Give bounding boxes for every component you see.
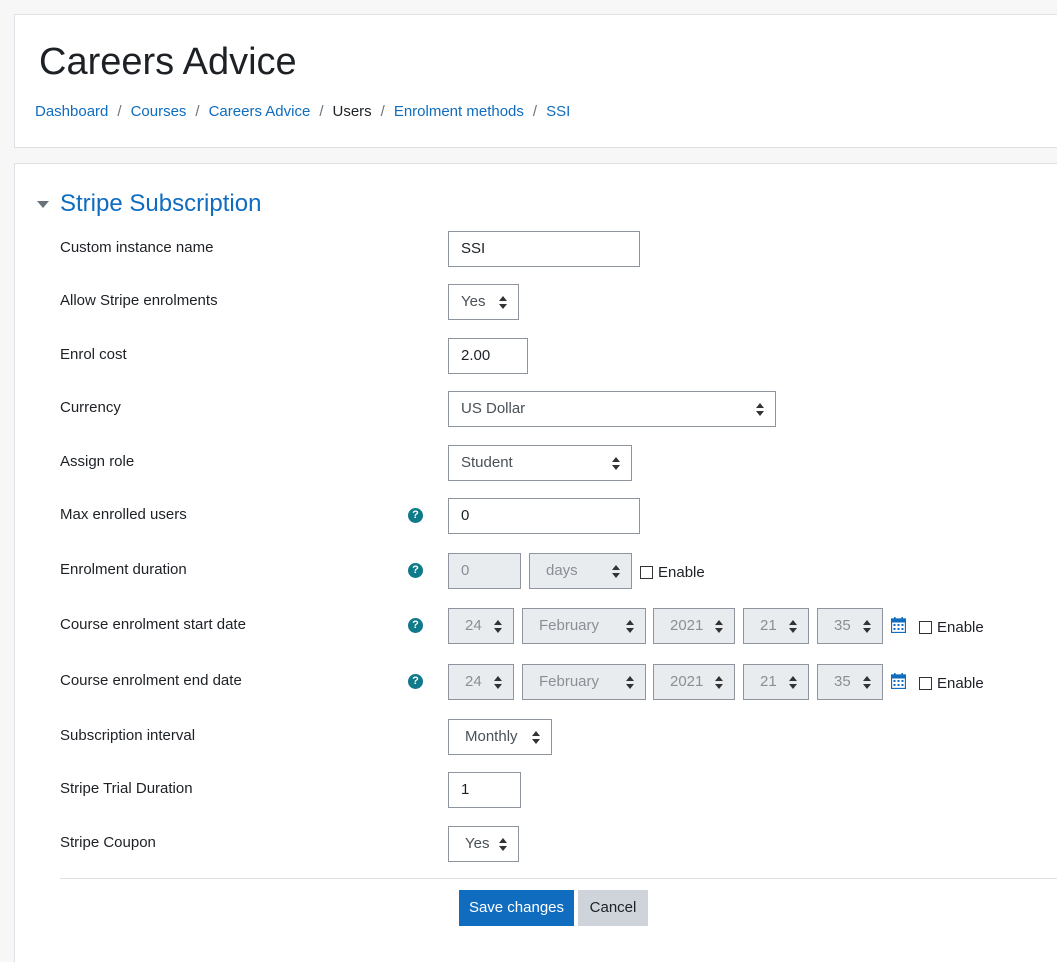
allow-enrol-select[interactable]: Yes [448, 284, 519, 320]
save-changes-button[interactable]: Save changes [459, 890, 574, 926]
coupon-label: Stripe Coupon [60, 834, 156, 851]
checkbox-icon [640, 566, 653, 579]
row-coupon: Stripe Coupon Yes [60, 826, 1050, 862]
breadcrumb-separator: / [380, 103, 385, 120]
page-title: Careers Advice [39, 41, 297, 83]
help-icon[interactable]: ? [408, 563, 423, 578]
enrol-cost-input[interactable]: 2.00 [448, 338, 528, 374]
coupon-select[interactable]: Yes [448, 826, 519, 862]
max-users-label: Max enrolled users [60, 506, 187, 523]
start-year-select[interactable]: 2021 [653, 608, 735, 644]
sub-interval-label: Subscription interval [60, 727, 196, 744]
start-day-select[interactable]: 24 [448, 608, 514, 644]
divider [60, 878, 1057, 879]
assign-role-label: Assign role [60, 453, 135, 470]
breadcrumb-separator: / [195, 103, 200, 120]
breadcrumb-separator: / [117, 103, 122, 120]
row-start-date: Course enrolment start date ? 24 Februar… [60, 608, 1050, 644]
start-date-enable-label: Enable [937, 619, 984, 636]
sub-interval-select[interactable]: Monthly [448, 719, 552, 755]
row-enrol-duration: Enrolment duration ? 0 days Enable [60, 553, 1050, 589]
end-date-enable-checkbox[interactable]: Enable [919, 675, 984, 692]
help-icon[interactable]: ? [408, 674, 423, 689]
duration-label: Enrolment duration [60, 561, 187, 578]
breadcrumb-courses[interactable]: Courses [131, 103, 187, 120]
enrolment-form: Stripe Subscription Custom instance name… [14, 163, 1057, 962]
end-year-select[interactable]: 2021 [653, 664, 735, 700]
instance-name-input[interactable]: SSI [448, 231, 640, 267]
row-assign-role: Assign role Student [60, 445, 1050, 481]
breadcrumb-ssi[interactable]: SSI [546, 103, 570, 120]
breadcrumb-course[interactable]: Careers Advice [209, 103, 311, 120]
trial-duration-label: Stripe Trial Duration [60, 780, 193, 797]
row-trial-duration: Stripe Trial Duration 1 [60, 772, 1050, 808]
page-header: Careers Advice Dashboard / Courses / Car… [14, 14, 1057, 148]
row-allow-enrol: Allow Stripe enrolments Yes [60, 284, 1050, 320]
breadcrumb-dashboard[interactable]: Dashboard [35, 103, 108, 120]
checkbox-icon [919, 677, 932, 690]
section-title: Stripe Subscription [60, 190, 262, 217]
enrol-cost-label: Enrol cost [60, 346, 127, 363]
calendar-icon[interactable] [891, 617, 906, 633]
allow-enrol-label: Allow Stripe enrolments [60, 292, 218, 309]
end-month-select[interactable]: February [522, 664, 646, 700]
breadcrumb-enrolment-methods[interactable]: Enrolment methods [394, 103, 524, 120]
duration-input[interactable]: 0 [448, 553, 521, 589]
row-max-users: Max enrolled users ? 0 [60, 498, 1050, 534]
row-instance-name: Custom instance name SSI [60, 231, 1050, 267]
end-hour-select[interactable]: 21 [743, 664, 809, 700]
end-date-label: Course enrolment end date [60, 672, 242, 689]
caret-down-icon [37, 200, 49, 208]
instance-name-label: Custom instance name [60, 239, 214, 256]
row-end-date: Course enrolment end date ? 24 February … [60, 664, 1050, 700]
end-day-select[interactable]: 24 [448, 664, 514, 700]
start-hour-select[interactable]: 21 [743, 608, 809, 644]
start-month-select[interactable]: February [522, 608, 646, 644]
breadcrumb-users: Users [332, 103, 372, 120]
duration-enable-label: Enable [658, 564, 705, 581]
help-icon[interactable]: ? [408, 618, 423, 633]
section-toggle[interactable]: Stripe Subscription [37, 190, 261, 218]
end-minute-select[interactable]: 35 [817, 664, 883, 700]
end-date-enable-label: Enable [937, 675, 984, 692]
assign-role-select[interactable]: Student [448, 445, 632, 481]
max-users-input[interactable]: 0 [448, 498, 640, 534]
breadcrumb-separator: / [319, 103, 324, 120]
calendar-icon[interactable] [891, 673, 906, 689]
cancel-button[interactable]: Cancel [578, 890, 648, 926]
duration-enable-checkbox[interactable]: Enable [640, 564, 705, 581]
start-date-label: Course enrolment start date [60, 616, 246, 633]
help-icon[interactable]: ? [408, 508, 423, 523]
currency-select[interactable]: US Dollar [448, 391, 776, 427]
start-date-enable-checkbox[interactable]: Enable [919, 619, 984, 636]
checkbox-icon [919, 621, 932, 634]
currency-label: Currency [60, 399, 121, 416]
row-sub-interval: Subscription interval Monthly [60, 719, 1050, 755]
duration-unit-select[interactable]: days [529, 553, 632, 589]
row-enrol-cost: Enrol cost 2.00 [60, 338, 1050, 374]
trial-duration-input[interactable]: 1 [448, 772, 521, 808]
row-currency: Currency US Dollar [60, 391, 1050, 427]
breadcrumb: Dashboard / Courses / Careers Advice / U… [35, 103, 570, 120]
breadcrumb-separator: / [532, 103, 538, 120]
start-minute-select[interactable]: 35 [817, 608, 883, 644]
